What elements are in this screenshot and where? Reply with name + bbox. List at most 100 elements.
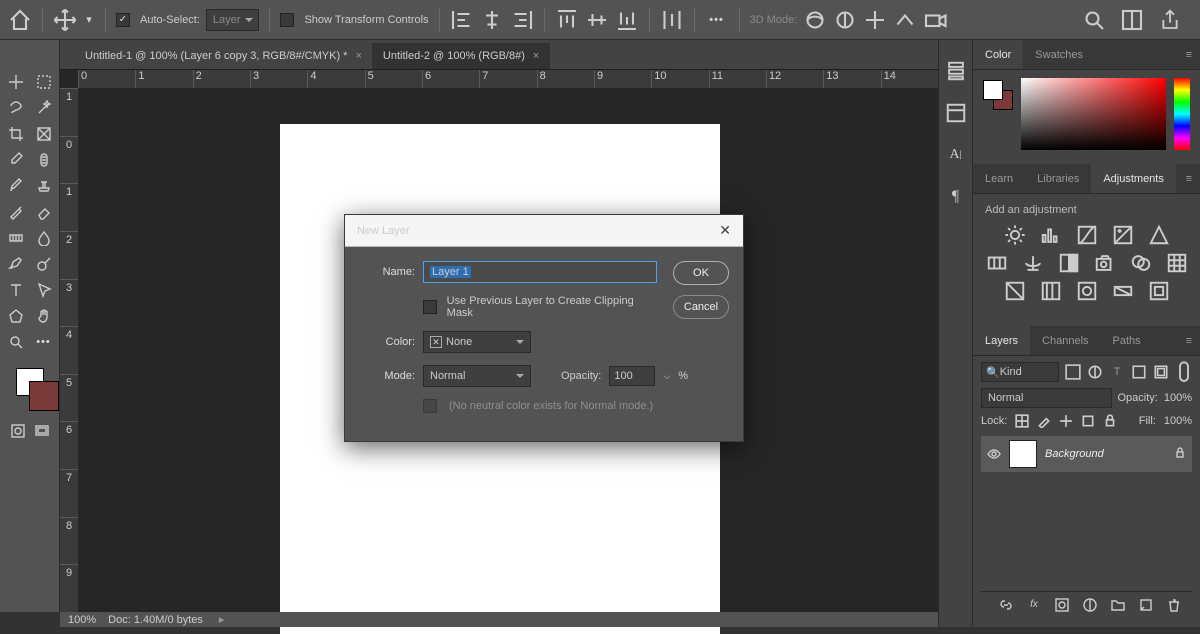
levels-icon[interactable] [1040,226,1062,244]
hue-sat-icon[interactable] [986,254,1008,272]
marquee-tool[interactable] [31,70,57,94]
zoom-level[interactable]: 100% [68,614,96,626]
properties-panel-icon[interactable] [945,102,967,124]
add-mask-icon[interactable] [1054,597,1070,613]
tab-adjustments[interactable]: Adjustments [1091,164,1176,193]
healing-tool[interactable] [31,148,57,172]
hue-strip[interactable] [1174,78,1190,150]
paragraph-panel-icon[interactable]: ¶ [945,186,967,208]
lasso-tool[interactable] [3,96,29,120]
doc-info-arrow-icon[interactable]: ▸ [219,613,225,626]
lock-all-icon[interactable] [1103,414,1117,428]
dialog-close-icon[interactable]: ✕ [719,222,731,239]
blend-mode-dialog-select[interactable]: Normal [423,365,531,387]
hand-tool[interactable] [31,304,57,328]
eraser-tool[interactable] [31,200,57,224]
clone-stamp-tool[interactable] [31,174,57,198]
tab-layers[interactable]: Layers [973,326,1030,355]
filter-adjust-icon[interactable] [1087,364,1103,380]
3d-camera-icon[interactable] [923,8,947,32]
brightness-icon[interactable] [1004,226,1026,244]
tab-swatches[interactable]: Swatches [1023,40,1095,69]
link-layers-icon[interactable] [998,597,1014,613]
document-tab-2[interactable]: Untitled-2 @ 100% (RGB/8#) × [373,43,550,69]
fill-value[interactable]: 100% [1164,415,1192,427]
layers-panel-menu-icon[interactable]: ≡ [1178,335,1200,347]
visibility-icon[interactable] [987,447,1001,461]
quickmask-icon[interactable] [9,422,27,440]
shape-tool[interactable] [3,304,29,328]
delete-layer-icon[interactable] [1166,597,1182,613]
layer-item-background[interactable]: Background [981,436,1192,472]
foreground-background-swatch[interactable] [16,368,44,396]
align-bottom-icon[interactable] [615,8,639,32]
type-tool[interactable] [3,278,29,302]
blur-tool[interactable] [31,226,57,250]
arrange-docs-icon[interactable] [1120,8,1144,32]
filter-smart-icon[interactable] [1153,364,1169,380]
new-adjustment-icon[interactable] [1082,597,1098,613]
blend-mode-select[interactable]: Normal [981,388,1112,408]
layer-fx-icon[interactable]: fx [1026,597,1042,613]
align-vcenter-icon[interactable] [585,8,609,32]
new-group-icon[interactable] [1110,597,1126,613]
filter-type-icon[interactable]: T [1109,364,1125,380]
tab-libraries[interactable]: Libraries [1025,164,1091,193]
doc-info[interactable]: Doc: 1.40M/0 bytes [108,614,203,626]
channel-mixer-icon[interactable] [1130,254,1152,272]
filter-pixel-icon[interactable] [1065,364,1081,380]
distribute-icon[interactable] [660,8,684,32]
gradient-map-icon[interactable] [1112,282,1134,300]
align-left-icon[interactable] [450,8,474,32]
lock-artboard-icon[interactable] [1081,414,1095,428]
exposure-icon[interactable] [1112,226,1134,244]
brush-tool[interactable] [3,174,29,198]
pen-tool[interactable] [3,252,29,276]
lock-brush-icon[interactable] [1037,414,1051,428]
filter-shape-icon[interactable] [1131,364,1147,380]
close-tab-2-icon[interactable]: × [533,50,539,62]
move-tool[interactable] [3,70,29,94]
share-icon[interactable] [1158,8,1182,32]
3d-slide-icon[interactable] [893,8,917,32]
tab-channels[interactable]: Channels [1030,326,1100,355]
selective-color-icon[interactable] [1148,282,1170,300]
opacity-input[interactable]: 100 [609,366,655,386]
dodge-tool[interactable] [31,252,57,276]
dialog-titlebar[interactable]: New Layer ✕ [345,215,743,247]
ok-button[interactable]: OK [673,261,729,285]
edit-toolbar-icon[interactable]: ••• [31,330,57,354]
opacity-stepper-icon[interactable]: ⌵ [663,371,670,382]
auto-select-target-dropdown[interactable]: Layer [206,9,260,31]
tab-paths[interactable]: Paths [1101,326,1153,355]
gradient-tool[interactable] [3,226,29,250]
move-dropdown-icon[interactable]: ▾ [83,8,95,32]
tab-color[interactable]: Color [973,40,1023,69]
history-panel-icon[interactable] [945,60,967,82]
photo-filter-icon[interactable] [1094,254,1116,272]
crop-tool[interactable] [3,122,29,146]
color-panel-menu-icon[interactable]: ≡ [1178,49,1200,61]
align-top-icon[interactable] [555,8,579,32]
color-field[interactable] [1021,78,1166,150]
layer-thumbnail[interactable] [1009,440,1037,468]
cancel-button[interactable]: Cancel [673,295,729,319]
clipping-mask-checkbox[interactable] [423,300,437,314]
color-lookup-icon[interactable] [1166,254,1188,272]
close-tab-1-icon[interactable]: × [355,50,361,62]
frame-tool[interactable] [31,122,57,146]
show-transform-checkbox[interactable] [280,13,294,27]
new-layer-icon[interactable] [1138,597,1154,613]
3d-roll-icon[interactable] [833,8,857,32]
threshold-icon[interactable] [1076,282,1098,300]
vibrance-icon[interactable] [1148,226,1170,244]
align-hcenter-icon[interactable] [480,8,504,32]
layer-name[interactable]: Background [1045,448,1104,460]
zoom-tool[interactable] [3,330,29,354]
screenmode-icon[interactable] [33,422,51,440]
history-brush-tool[interactable] [3,200,29,224]
home-icon[interactable] [8,8,32,32]
opacity-value[interactable]: 100% [1164,392,1192,404]
layer-color-select[interactable]: ✕None [423,331,531,353]
lock-pixels-icon[interactable] [1015,414,1029,428]
